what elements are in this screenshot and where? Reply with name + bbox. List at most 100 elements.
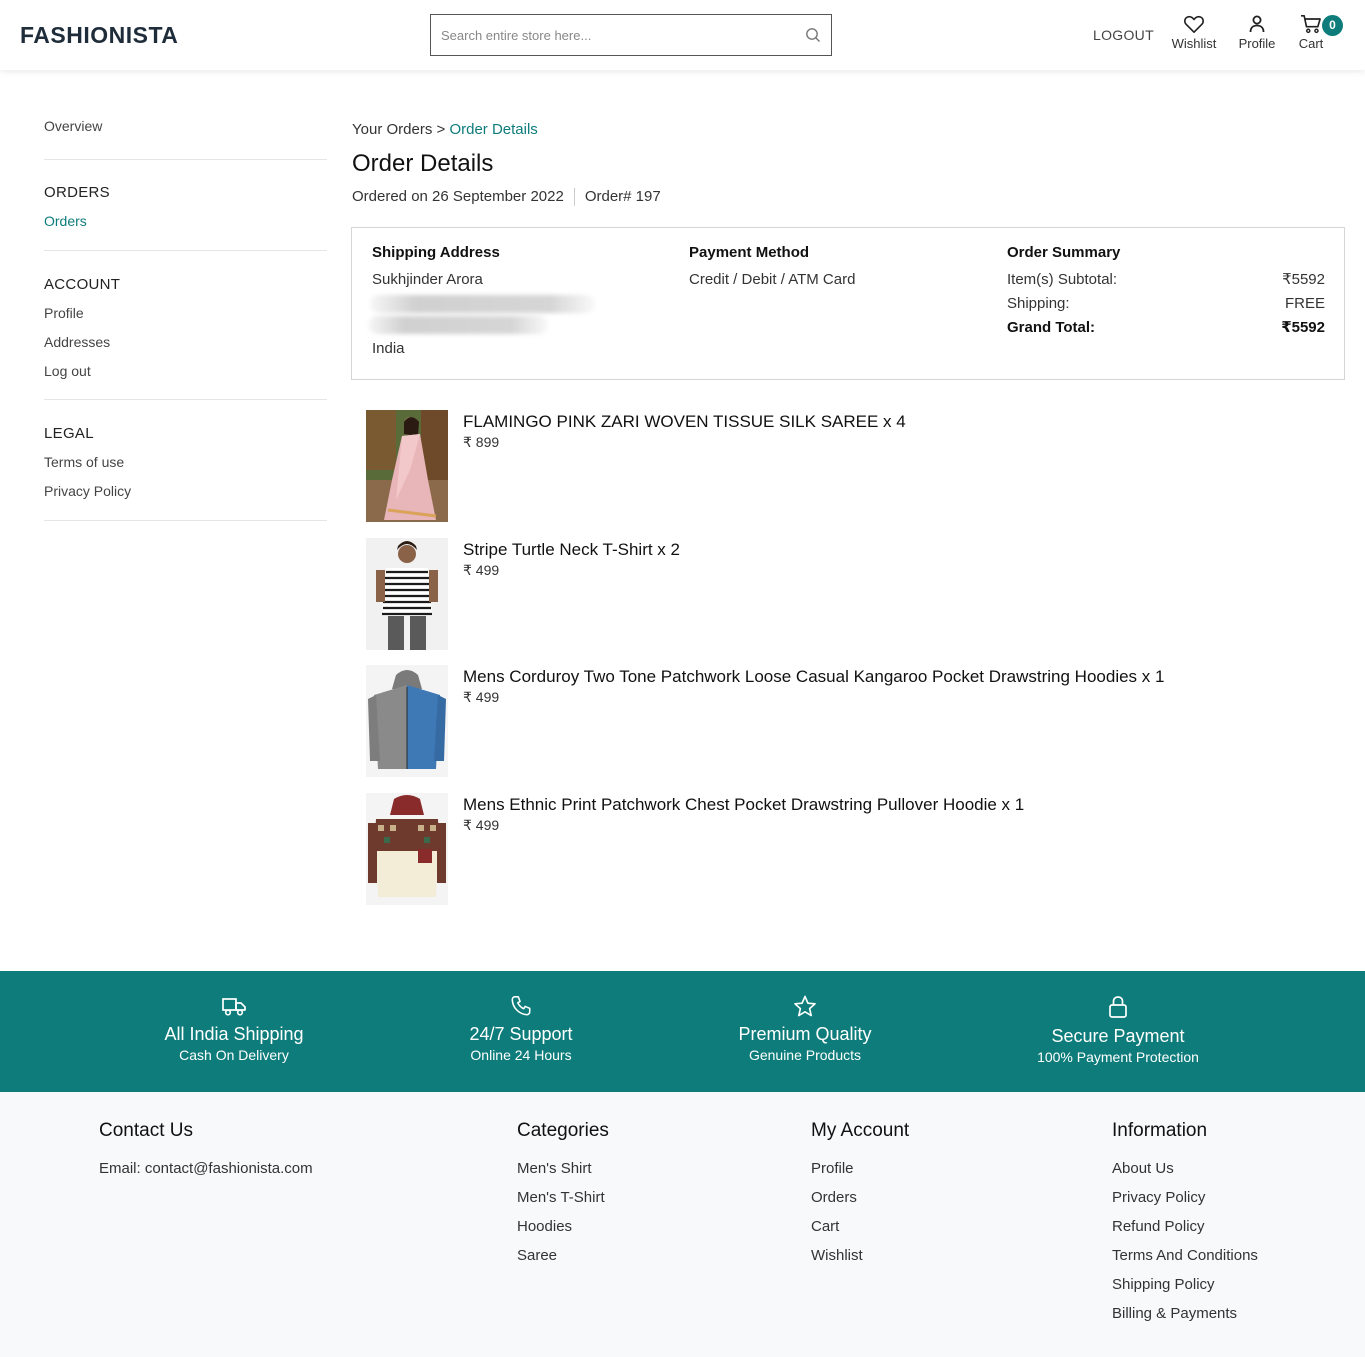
sidebar-heading-account: ACCOUNT (44, 276, 121, 293)
footer-link[interactable]: Refund Policy (1112, 1218, 1258, 1247)
footer-link[interactable]: Terms And Conditions (1112, 1247, 1258, 1276)
footer-link[interactable]: Cart (811, 1218, 909, 1247)
shipping-name: Sukhjinder Arora (372, 271, 483, 288)
subtotal-value: ₹5592 (1282, 271, 1325, 288)
item-name[interactable]: Mens Ethnic Print Patchwork Chest Pocket… (463, 795, 1024, 815)
site-header: FASHIONISTA LOGOUT Wishlist Profile Cart… (0, 0, 1365, 70)
subtotal-label: Item(s) Subtotal: (1007, 271, 1118, 288)
product-image-hoodie-corduroy[interactable] (366, 665, 448, 777)
footer-link[interactable]: Billing & Payments (1112, 1305, 1258, 1334)
feature-subtitle: 100% Payment Protection (1037, 1049, 1199, 1065)
product-image-tshirt[interactable] (366, 538, 448, 650)
search-input[interactable] (441, 25, 791, 45)
profile-label: Profile (1238, 36, 1276, 51)
item-name[interactable]: Stripe Turtle Neck T-Shirt x 2 (463, 540, 680, 560)
breadcrumb-current: Order Details (449, 121, 538, 138)
order-item: Mens Corduroy Two Tone Patchwork Loose C… (366, 665, 1326, 777)
sidebar-heading-orders: ORDERS (44, 184, 110, 201)
item-price: ₹ 499 (463, 817, 500, 833)
footer-heading: Contact Us (99, 1120, 193, 1141)
feature-payment: Secure Payment 100% Payment Protection (988, 995, 1248, 1067)
phone-icon (511, 996, 531, 1016)
breadcrumb-your-orders[interactable]: Your Orders (352, 121, 432, 138)
feature-support: 24/7 Support Online 24 Hours (391, 995, 651, 1065)
product-image-saree[interactable] (366, 410, 448, 522)
sidebar-item-orders[interactable]: Orders (44, 207, 327, 236)
feature-quality: Premium Quality Genuine Products (675, 995, 935, 1065)
footer-link[interactable]: Men's Shirt (517, 1160, 609, 1189)
order-item: Mens Ethnic Print Patchwork Chest Pocket… (366, 793, 1326, 905)
heart-icon (1184, 15, 1204, 33)
shipping-title: Shipping Address (372, 244, 500, 261)
footer-link[interactable]: Hoodies (517, 1218, 609, 1247)
order-number: Order# 197 (584, 188, 661, 205)
page-title: Order Details (352, 150, 494, 177)
payment-value: Credit / Debit / ATM Card (689, 271, 856, 288)
shipping-country: India (372, 340, 405, 357)
site-footer: Contact Us Email: contact@fashionista.co… (0, 1092, 1365, 1357)
sidebar-item-addresses[interactable]: Addresses (44, 328, 327, 357)
feature-shipping: All India Shipping Cash On Delivery (104, 995, 364, 1065)
footer-link[interactable]: Wishlist (811, 1247, 909, 1276)
logout-link[interactable]: LOGOUT (1093, 27, 1154, 43)
order-meta: Ordered on 26 September 2022 Order# 197 (352, 188, 661, 207)
footer-email[interactable]: Email: contact@fashionista.com (99, 1160, 313, 1189)
sidebar-item-terms[interactable]: Terms of use (44, 448, 327, 477)
user-icon (1249, 15, 1265, 33)
cart-count-badge: 0 (1322, 15, 1343, 36)
payment-method: Payment Method Credit / Debit / ATM Card (689, 244, 969, 292)
summary-title: Order Summary (1007, 244, 1121, 261)
feature-title: 24/7 Support (469, 1024, 573, 1044)
order-info-box: Shipping Address Sukhjinder Arora India … (351, 227, 1345, 380)
shipping-value: FREE (1284, 295, 1325, 312)
footer-link[interactable]: Privacy Policy (1112, 1189, 1258, 1218)
site-logo[interactable]: FASHIONISTA (20, 22, 178, 49)
sidebar-item-privacy[interactable]: Privacy Policy (44, 477, 327, 506)
feature-title: Secure Payment (1051, 1026, 1185, 1046)
redacted-address-line (368, 316, 548, 334)
redacted-address-line (370, 295, 595, 313)
feature-subtitle: Genuine Products (748, 1047, 862, 1063)
item-price: ₹ 899 (463, 434, 500, 450)
footer-heading: Categories (517, 1120, 609, 1141)
product-image-hoodie-ethnic[interactable] (366, 793, 448, 905)
footer-contact: Contact Us Email: contact@fashionista.co… (99, 1120, 313, 1189)
order-item: Stripe Turtle Neck T-Shirt x 2 ₹ 499 (366, 538, 1326, 650)
footer-link[interactable]: Men's T-Shirt (517, 1189, 609, 1218)
cart-label: Cart (1298, 36, 1324, 51)
sidebar-item-profile[interactable]: Profile (44, 299, 327, 328)
grand-total-label: Grand Total: (1007, 319, 1096, 336)
order-summary: Order Summary Item(s) Subtotal: ₹5592 Sh… (1007, 244, 1325, 340)
footer-link[interactable]: About Us (1112, 1160, 1258, 1189)
wishlist-label: Wishlist (1171, 36, 1217, 51)
shipping-label: Shipping: (1007, 295, 1070, 312)
footer-heading: Information (1112, 1120, 1208, 1141)
footer-link[interactable]: Shipping Policy (1112, 1276, 1258, 1305)
feature-title: All India Shipping (164, 1024, 304, 1044)
wishlist-button[interactable]: Wishlist (1168, 14, 1220, 51)
shipping-address: Shipping Address Sukhjinder Arora India (368, 244, 652, 361)
sidebar-item-overview[interactable]: Overview (44, 112, 327, 141)
subtotal-row: Item(s) Subtotal: ₹5592 (1007, 268, 1325, 292)
feature-subtitle: Online 24 Hours (470, 1047, 572, 1063)
footer-my-account: My Account Profile Orders Cart Wishlist (811, 1120, 909, 1276)
footer-information: Information About Us Privacy Policy Refu… (1112, 1120, 1258, 1334)
grand-total-value: ₹5592 (1281, 319, 1325, 336)
footer-link[interactable]: Saree (517, 1247, 609, 1276)
footer-link[interactable]: Profile (811, 1160, 909, 1189)
profile-button[interactable]: Profile (1233, 14, 1281, 51)
meta-divider (573, 188, 575, 207)
item-name[interactable]: FLAMINGO PINK ZARI WOVEN TISSUE SILK SAR… (463, 412, 906, 432)
order-date: Ordered on 26 September 2022 (352, 188, 564, 205)
item-price: ₹ 499 (463, 689, 500, 705)
search-box (430, 14, 832, 56)
search-icon[interactable] (805, 27, 821, 43)
footer-link[interactable]: Orders (811, 1189, 909, 1218)
sidebar-item-logout[interactable]: Log out (44, 357, 327, 386)
truck-icon (222, 998, 246, 1016)
payment-title: Payment Method (689, 244, 810, 261)
shipping-row: Shipping: FREE (1007, 292, 1325, 316)
breadcrumb: Your Orders > Order Details (352, 121, 538, 138)
breadcrumb-separator: > (436, 121, 446, 138)
item-name[interactable]: Mens Corduroy Two Tone Patchwork Loose C… (463, 667, 1164, 687)
